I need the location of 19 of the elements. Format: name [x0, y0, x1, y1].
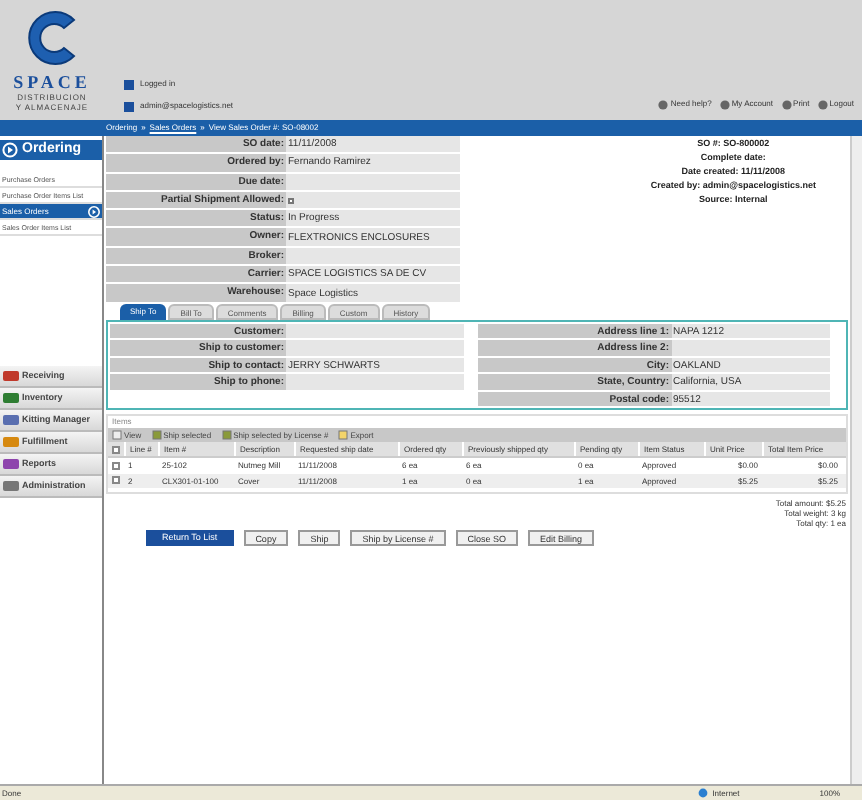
scrollbar[interactable]	[850, 136, 862, 784]
play-icon	[2, 142, 18, 158]
toolbar-icon	[338, 430, 349, 440]
bullet-icon	[124, 101, 134, 111]
circle-icon	[817, 99, 828, 109]
checkbox[interactable]	[288, 197, 294, 204]
arrow-icon	[88, 205, 100, 217]
toolbar-icon	[112, 430, 122, 440]
globe-icon	[698, 788, 709, 798]
bullet-icon	[124, 79, 134, 89]
checkbox[interactable]	[112, 476, 120, 485]
checkbox[interactable]	[112, 445, 120, 453]
toolbar-icon	[221, 430, 232, 440]
logo-name: SPACE	[13, 72, 91, 92]
circle-icon	[781, 99, 792, 109]
circle-icon	[658, 99, 669, 109]
toolbar-icon	[151, 430, 162, 440]
checkbox[interactable]	[112, 461, 120, 470]
circle-icon	[719, 99, 730, 109]
